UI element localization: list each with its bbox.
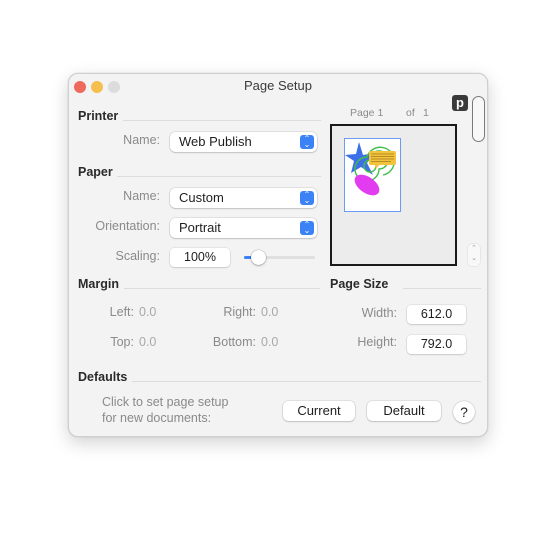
scaling-field[interactable]: 100% — [170, 248, 230, 267]
current-button[interactable]: Current — [283, 401, 355, 421]
defaults-description-line2: for new documents: — [102, 411, 212, 425]
margin-left-label: Left: — [109, 305, 134, 319]
page-preview — [330, 124, 457, 266]
margin-divider — [124, 288, 320, 289]
orientation-popup[interactable]: Portrait ⌃ ⌄ — [170, 218, 317, 238]
paper-divider — [117, 176, 321, 177]
orientation-value: Portrait — [179, 220, 221, 235]
defaults-description-line1: Click to set page setup — [102, 395, 229, 409]
height-field[interactable]: 792.0 — [407, 335, 466, 354]
page-setup-window: Page Setup Printer Name: Web Publish ⌃ ⌄ … — [68, 73, 488, 437]
printer-name-label: Name: — [123, 133, 160, 147]
paper-name-popup[interactable]: Custom ⌃ ⌄ — [170, 188, 317, 208]
popup-stepper-icon: ⌃ ⌄ — [300, 191, 314, 205]
margin-top-value: 0.0 — [139, 335, 157, 349]
page-total: 1 — [423, 107, 429, 119]
page-size-divider — [403, 288, 481, 289]
page-thumbnail — [344, 138, 401, 212]
printer-name-value: Web Publish — [179, 134, 252, 149]
page-size-section-title: Page Size — [330, 277, 389, 291]
height-label: Height: — [357, 335, 397, 349]
printer-section-title: Printer — [78, 109, 119, 123]
printer-name-popup[interactable]: Web Publish ⌃ ⌄ — [170, 132, 317, 152]
margin-section-title: Margin — [78, 277, 119, 291]
margin-bottom-value: 0.0 — [261, 335, 279, 349]
paper-name-label: Name: — [123, 189, 160, 203]
title-bar[interactable]: Page Setup — [69, 74, 487, 98]
scaling-slider-knob[interactable] — [250, 250, 266, 265]
width-label: Width: — [361, 306, 397, 320]
defaults-description: Click to set page setup for new document… — [102, 394, 228, 426]
margin-right-label: Right: — [223, 305, 256, 319]
margin-left-value: 0.0 — [139, 305, 157, 319]
margin-bottom-label: Bottom: — [212, 335, 256, 349]
printer-divider — [123, 120, 321, 121]
page-indicator-label: Page 1 — [350, 107, 384, 119]
page-up-icon[interactable]: ⌃ — [468, 244, 480, 254]
page-down-icon[interactable]: ⌄ — [468, 254, 480, 264]
width-field[interactable]: 612.0 — [407, 305, 466, 324]
page-artwork-icon — [345, 142, 396, 196]
margin-right-value: 0.0 — [261, 305, 279, 319]
margin-top-label: Top: — [110, 335, 134, 349]
p-badge-icon: p — [452, 95, 468, 111]
orientation-label: Orientation: — [95, 219, 160, 233]
scaling-label: Scaling: — [115, 249, 160, 263]
vertical-scrollbar[interactable] — [472, 96, 485, 142]
page-stepper[interactable]: ⌃ ⌄ — [468, 244, 480, 266]
speech-bubble-shape — [369, 151, 396, 165]
page-of-label: of — [406, 107, 415, 119]
window-title: Page Setup — [244, 78, 312, 93]
default-button[interactable]: Default — [367, 401, 441, 421]
defaults-section-title: Defaults — [78, 370, 128, 384]
popup-stepper-icon: ⌃ ⌄ — [300, 221, 314, 235]
help-button[interactable]: ? — [453, 401, 475, 423]
popup-stepper-icon: ⌃ ⌄ — [300, 135, 314, 149]
paper-name-value: Custom — [179, 190, 224, 205]
paper-section-title: Paper — [78, 165, 113, 179]
defaults-divider — [132, 381, 481, 382]
